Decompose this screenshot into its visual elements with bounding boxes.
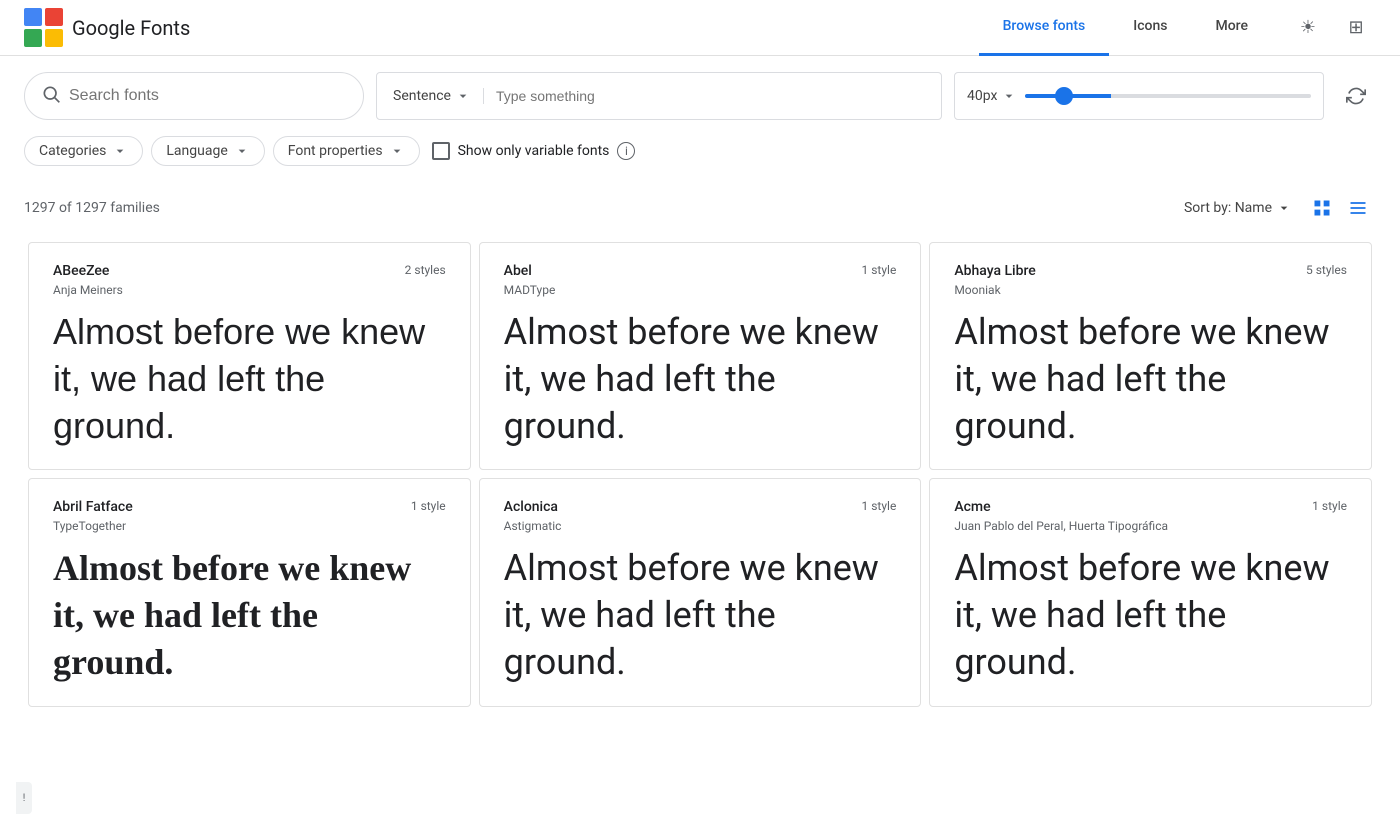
font-name: Aclonica [504, 499, 558, 515]
grid-view-button[interactable] [1304, 190, 1340, 226]
nav-icons[interactable]: Icons [1109, 0, 1191, 56]
font-card[interactable]: Abhaya Libre 5 styles Mooniak Almost bef… [929, 242, 1372, 470]
size-value: 40px [967, 88, 997, 104]
chevron-down-icon [455, 88, 471, 104]
list-view-icon [1348, 198, 1368, 218]
font-styles: 2 styles [405, 263, 446, 277]
variable-fonts-info-icon[interactable]: i [617, 142, 635, 160]
main-nav: Browse fonts Icons More [979, 0, 1272, 56]
font-preview: Almost before we knew it, we had left th… [53, 309, 446, 449]
variable-fonts-checkbox[interactable] [432, 142, 450, 160]
size-control: 40px [954, 72, 1324, 120]
font-card[interactable]: Aclonica 1 style Astigmatic Almost befor… [479, 478, 922, 706]
language-label: Language [166, 143, 227, 159]
refresh-icon [1346, 86, 1366, 106]
font-props-chevron-icon [389, 143, 405, 159]
google-logo-icon [24, 8, 64, 48]
size-slider[interactable] [1025, 94, 1311, 98]
theme-icon: ☀ [1300, 17, 1316, 38]
results-bar: 1297 of 1297 families Sort by: Name [0, 182, 1400, 238]
font-card[interactable]: Abel 1 style MADType Almost before we kn… [479, 242, 922, 470]
font-card[interactable]: Abril Fatface 1 style TypeTogether Almos… [28, 478, 471, 706]
font-card-header: Aclonica 1 style [504, 499, 897, 515]
font-styles: 1 style [862, 263, 897, 277]
refresh-button[interactable] [1336, 76, 1376, 116]
size-chevron-icon [1001, 88, 1017, 104]
filter-bar: Categories Language Font properties Show… [0, 128, 1400, 182]
font-name: Abel [504, 263, 532, 279]
font-card[interactable]: Acme 1 style Juan Pablo del Peral, Huert… [929, 478, 1372, 706]
size-label[interactable]: 40px [967, 88, 1017, 104]
font-author: Mooniak [954, 283, 1347, 297]
sentence-label: Sentence [393, 88, 451, 104]
font-card-header: Abel 1 style [504, 263, 897, 279]
sentence-selector[interactable]: Sentence [393, 88, 484, 104]
grid-toggle-button[interactable]: ⊞ [1336, 8, 1376, 48]
list-view-button[interactable] [1340, 190, 1376, 226]
language-chevron-icon [234, 143, 250, 159]
header: Google Fonts Browse fonts Icons More ☀ ⊞ [0, 0, 1400, 56]
font-preview: Almost before we knew it, we had left th… [504, 545, 897, 685]
language-filter[interactable]: Language [151, 136, 264, 166]
font-card-header: Acme 1 style [954, 499, 1347, 515]
font-name: Abhaya Libre [954, 263, 1035, 279]
header-icons: ☀ ⊞ [1288, 8, 1376, 48]
font-preview: Almost before we knew it, we had left th… [954, 309, 1347, 449]
font-properties-filter[interactable]: Font properties [273, 136, 420, 166]
categories-label: Categories [39, 143, 106, 159]
preview-area: Sentence [376, 72, 942, 120]
logo-area: Google Fonts [24, 8, 190, 48]
categories-chevron-icon [112, 143, 128, 159]
font-grid: ABeeZee 2 styles Anja Meiners Almost bef… [0, 238, 1400, 711]
font-author: Juan Pablo del Peral, Huerta Tipográfica [954, 519, 1347, 533]
font-name: ABeeZee [53, 263, 109, 279]
font-preview: Almost before we knew it, we had left th… [954, 545, 1347, 685]
categories-filter[interactable]: Categories [24, 136, 143, 166]
nav-browse-fonts[interactable]: Browse fonts [979, 0, 1110, 56]
font-properties-label: Font properties [288, 143, 383, 159]
variable-fonts-toggle[interactable]: Show only variable fonts i [432, 142, 636, 160]
font-author: Astigmatic [504, 519, 897, 533]
search-box [24, 72, 364, 120]
search-input[interactable] [69, 87, 347, 105]
font-styles: 1 style [862, 499, 897, 513]
sort-chevron-icon [1276, 200, 1292, 216]
variable-fonts-label: Show only variable fonts [458, 143, 610, 159]
grid-view-icon [1312, 198, 1332, 218]
sort-selector[interactable]: Sort by: Name [1184, 200, 1292, 216]
bottom-notification[interactable]: ! [16, 782, 32, 814]
font-card-header: ABeeZee 2 styles [53, 263, 446, 279]
font-styles: 1 style [1312, 499, 1347, 513]
font-card-header: Abhaya Libre 5 styles [954, 263, 1347, 279]
results-count: 1297 of 1297 families [24, 200, 160, 216]
sort-label-text: Sort by: Name [1184, 200, 1272, 216]
font-card[interactable]: ABeeZee 2 styles Anja Meiners Almost bef… [28, 242, 471, 470]
font-author: Anja Meiners [53, 283, 446, 297]
font-card-header: Abril Fatface 1 style [53, 499, 446, 515]
font-author: TypeTogether [53, 519, 446, 533]
search-icon [41, 84, 61, 109]
nav-more[interactable]: More [1191, 0, 1272, 56]
grid-icon: ⊞ [1348, 17, 1363, 38]
view-toggle [1304, 190, 1376, 226]
font-author: MADType [504, 283, 897, 297]
search-area: Sentence 40px [0, 56, 1400, 128]
font-name: Acme [954, 499, 990, 515]
font-preview: Almost before we knew it, we had left th… [504, 309, 897, 449]
font-name: Abril Fatface [53, 499, 133, 515]
font-styles: 5 styles [1306, 263, 1347, 277]
logo-text: Google Fonts [72, 16, 190, 40]
font-preview: Almost before we knew it, we had left th… [53, 545, 446, 685]
font-styles: 1 style [411, 499, 446, 513]
preview-text-input[interactable] [484, 88, 925, 104]
theme-toggle-button[interactable]: ☀ [1288, 8, 1328, 48]
sort-area: Sort by: Name [1184, 190, 1376, 226]
